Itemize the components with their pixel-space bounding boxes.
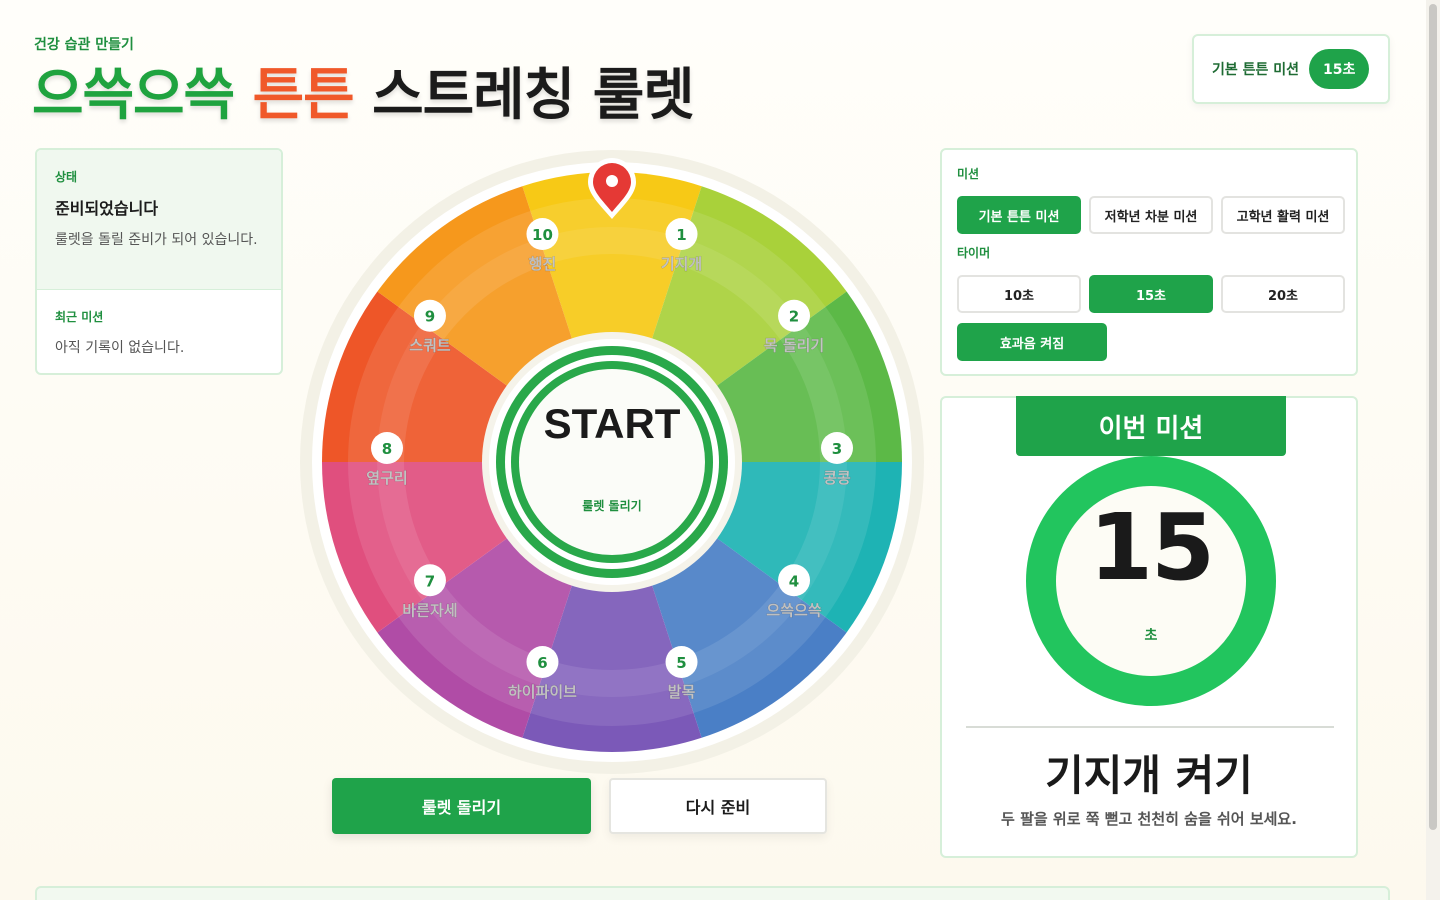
badge-time-pill: 15초 [1309, 49, 1370, 89]
segment-number: 1 [676, 226, 686, 244]
mission-section-label: 미션 [957, 167, 980, 181]
title-part-3: 스트레칭 룰렛 [372, 63, 695, 128]
segment-number: 9 [425, 308, 435, 326]
title-part-1: 으쓱으쓱 [32, 63, 235, 128]
page-title: 으쓱으쓱 튼튼 스트레칭 룰렛 [32, 50, 695, 131]
segment-number: 2 [789, 308, 799, 326]
title-part-2: 튼튼 [252, 63, 355, 128]
mission-option-basic[interactable]: 기본 튼튼 미션 [957, 196, 1081, 234]
scrollbar-thumb[interactable] [1429, 4, 1437, 830]
timer-option-15[interactable]: 15초 [1089, 275, 1213, 313]
segment-number: 7 [425, 572, 435, 590]
mission-name: 기지개 켜기 [1045, 751, 1253, 800]
segment-number: 3 [832, 440, 842, 458]
badge-label: 기본 튼튼 미션 [1212, 62, 1300, 78]
segment-number: 6 [537, 654, 547, 672]
segment-label: 바른자세 [402, 601, 457, 619]
segment-number: 5 [676, 654, 686, 672]
bottom-panel [35, 886, 1390, 900]
timer-option-20[interactable]: 20초 [1221, 275, 1345, 313]
current-mission-badge: 기본 튼튼 미션 15초 [1192, 34, 1390, 104]
settings-panel: 미션 기본 튼튼 미션 저학년 차분 미션 고학년 활력 미션 타이머 10초 … [940, 148, 1358, 376]
sound-toggle[interactable]: 효과음 켜짐 [957, 323, 1107, 361]
recent-label: 최근 미션 [55, 310, 104, 324]
timer-unit: 초 [1144, 628, 1158, 644]
status-title: 준비되었습니다 [55, 199, 159, 218]
start-label[interactable]: START [544, 400, 681, 447]
segment-number: 10 [532, 226, 553, 244]
segment-label: 행진 [529, 255, 557, 273]
segment-label: 으쓱으쓱 [766, 601, 821, 619]
start-sub-label: 룰렛 돌리기 [582, 498, 641, 513]
spin-button[interactable]: 룰렛 돌리기 [332, 778, 591, 834]
segment-number: 8 [382, 440, 392, 458]
status-desc: 룰렛을 돌릴 준비가 되어 있습니다. [55, 232, 258, 248]
segment-label: 콩콩 [823, 469, 851, 487]
segment-label: 스쿼트 [409, 337, 451, 355]
mission-card: 이번 미션 15 초 기지개 켜기 두 팔을 위로 쭉 뻗고 천천히 숨을 쉬어… [940, 396, 1358, 858]
timer-value: 15 [1088, 494, 1215, 601]
timer-section-label: 타이머 [957, 246, 991, 260]
page-scrollbar[interactable] [1426, 0, 1440, 900]
mission-divider [966, 726, 1334, 728]
mission-option-upper-grade[interactable]: 고학년 활력 미션 [1221, 196, 1345, 234]
status-label: 상태 [55, 170, 78, 184]
reset-button[interactable]: 다시 준비 [609, 778, 827, 834]
recent-desc: 아직 기록이 없습니다. [55, 340, 185, 356]
mission-desc: 두 팔을 위로 쭉 뻗고 천천히 숨을 쉬어 보세요. [1001, 810, 1297, 828]
recent-section: 최근 미션 아직 기록이 없습니다. [37, 290, 281, 373]
segment-label: 하이파이브 [508, 683, 577, 701]
mission-option-lower-grade[interactable]: 저학년 차분 미션 [1089, 196, 1213, 234]
segment-number: 4 [789, 572, 799, 590]
start-button[interactable] [519, 369, 705, 555]
roulette-wheel[interactable]: START 룰렛 돌리기 1 기지개 2 목 돌리기 3 콩콩 4 으쓱으쓱 5 발목 6 하이파이브… [297, 147, 927, 777]
segment-label: 옆구리 [366, 469, 407, 487]
status-card: 상태 준비되었습니다 룰렛을 돌릴 준비가 되어 있습니다. 최근 미션 아직 … [35, 148, 283, 375]
segment-label: 목 돌리기 [764, 337, 824, 355]
segment-label: 기지개 [661, 255, 702, 273]
segment-label: 발목 [668, 683, 696, 701]
mission-header: 이번 미션 [1016, 396, 1286, 456]
status-section: 상태 준비되었습니다 룰렛을 돌릴 준비가 되어 있습니다. [37, 150, 281, 290]
timer-option-10[interactable]: 10초 [957, 275, 1081, 313]
